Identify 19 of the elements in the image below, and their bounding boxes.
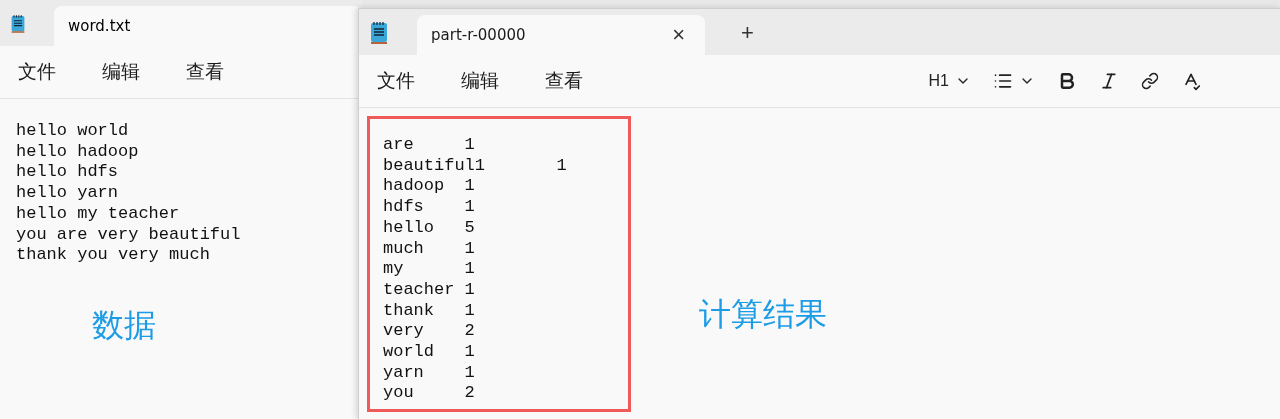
menu-item[interactable]: 查看 (541, 68, 587, 94)
document-text: hello world hello hadoop hello hdfs hello yarn hello my teacher you are very beautiful thank you very much (16, 121, 242, 266)
list-icon (993, 71, 1013, 91)
notepad-icon (369, 21, 389, 45)
menu-item[interactable]: 查看 (182, 59, 228, 85)
heading-dropdown[interactable]: H1 (928, 72, 971, 90)
menu-item[interactable]: 文件 (14, 59, 60, 85)
menu-item[interactable]: 编辑 (98, 59, 144, 85)
document-text: are 1 beautiful1 1 hadoop 1 hdfs 1 hello 5 much 1 my 1 teacher 1 thank 1 very 2 world 1 yarn 1 you 2 (383, 135, 568, 405)
menu-item[interactable]: 文件 (373, 68, 419, 94)
annotation-label: 计算结果 (699, 294, 827, 335)
menu-item[interactable]: 编辑 (457, 68, 503, 94)
tab[interactable]: part-r-00000 × (417, 15, 705, 55)
annotation-label: 数据 (92, 305, 156, 346)
new-tab-button[interactable]: + (735, 19, 760, 47)
notepad-icon (10, 12, 26, 36)
close-button[interactable]: × (666, 22, 691, 48)
link-icon[interactable] (1141, 72, 1159, 90)
italic-icon[interactable] (1099, 71, 1119, 91)
